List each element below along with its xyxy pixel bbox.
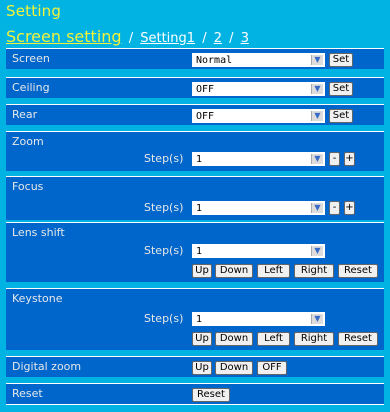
screen-label: Screen — [12, 52, 50, 65]
keystone-reset-button[interactable]: Reset — [338, 332, 378, 346]
focus-step-label: Step(s) — [144, 201, 184, 214]
nav-separator: / — [202, 31, 207, 46]
zoom-label: Zoom — [12, 135, 44, 148]
lens-shift-step-label: Step(s) — [144, 244, 184, 257]
chevron-down-icon: ▼ — [311, 111, 323, 121]
zoom-step-select[interactable]: 1 ▼ — [192, 152, 325, 166]
rear-select[interactable]: OFF ▼ — [192, 109, 325, 123]
reset-button[interactable]: Reset — [192, 388, 230, 402]
nav-separator: / — [128, 31, 134, 46]
keystone-right-button[interactable]: Right — [294, 332, 334, 346]
keystone-label: Keystone — [12, 292, 63, 305]
nav-separator: / — [229, 31, 234, 46]
lens-shift-reset-button[interactable]: Reset — [338, 264, 378, 278]
page-title: Setting — [6, 2, 62, 20]
row-digital-zoom: Digital zoom Up Down OFF — [6, 356, 384, 377]
screen-set-button[interactable]: Set — [329, 53, 353, 67]
digital-zoom-up-button[interactable]: Up — [192, 361, 212, 375]
keystone-down-button[interactable]: Down — [215, 332, 253, 346]
chevron-down-icon: ▼ — [311, 203, 323, 213]
chevron-down-icon: ▼ — [311, 55, 323, 65]
zoom-step-value: 1 — [196, 154, 203, 165]
rear-select-value: OFF — [196, 111, 215, 122]
chevron-down-icon: ▼ — [311, 154, 323, 164]
row-rear: Rear OFF ▼ Set — [6, 104, 384, 125]
zoom-plus-button[interactable]: + — [344, 152, 355, 166]
nav-link-3[interactable]: 3 — [241, 31, 249, 46]
focus-minus-button[interactable]: - — [329, 201, 340, 215]
chevron-down-icon: ▼ — [311, 84, 323, 94]
chevron-down-icon: ▼ — [311, 246, 323, 256]
rear-set-button[interactable]: Set — [329, 109, 353, 123]
chevron-down-icon: ▼ — [311, 314, 323, 324]
row-zoom: Zoom Step(s) 1 ▼ - + — [6, 131, 384, 171]
ceiling-set-button[interactable]: Set — [329, 82, 353, 96]
nav-link-2[interactable]: 2 — [214, 31, 222, 46]
focus-step-select[interactable]: 1 ▼ — [192, 201, 325, 215]
keystone-step-label: Step(s) — [144, 312, 184, 325]
row-focus: Focus Step(s) 1 ▼ - + — [6, 176, 384, 220]
digital-zoom-label: Digital zoom — [12, 360, 82, 373]
row-lens-shift: Lens shift Step(s) 1 ▼ Up Down Left Righ… — [6, 222, 384, 282]
lens-shift-down-button[interactable]: Down — [215, 264, 253, 278]
row-ceiling: Ceiling OFF ▼ Set — [6, 77, 384, 98]
focus-plus-button[interactable]: + — [344, 201, 355, 215]
screen-select-value: Normal — [196, 55, 233, 66]
nav-link-setting1[interactable]: Setting1 — [140, 31, 195, 46]
digital-zoom-down-button[interactable]: Down — [215, 361, 253, 375]
digital-zoom-off-button[interactable]: OFF — [257, 361, 287, 375]
keystone-step-value: 1 — [196, 314, 203, 325]
focus-step-value: 1 — [196, 203, 203, 214]
ceiling-label: Ceiling — [12, 81, 50, 94]
zoom-minus-button[interactable]: - — [329, 152, 340, 166]
lens-shift-step-select[interactable]: 1 ▼ — [192, 244, 325, 258]
keystone-step-select[interactable]: 1 ▼ — [192, 312, 325, 326]
lens-shift-right-button[interactable]: Right — [294, 264, 334, 278]
lens-shift-up-button[interactable]: Up — [192, 264, 212, 278]
nav-screen-setting[interactable]: Screen setting — [6, 27, 122, 46]
row-keystone: Keystone Step(s) 1 ▼ Up Down Left Right … — [6, 288, 384, 350]
row-reset: Reset Reset — [6, 383, 384, 405]
breadcrumb: Screen setting / Setting1 / 2 / 3 — [6, 27, 249, 46]
focus-label: Focus — [12, 180, 44, 193]
ceiling-select-value: OFF — [196, 84, 215, 95]
keystone-up-button[interactable]: Up — [192, 332, 212, 346]
rear-label: Rear — [12, 108, 38, 121]
reset-label: Reset — [12, 387, 43, 400]
screen-select[interactable]: Normal ▼ — [192, 53, 325, 67]
lens-shift-step-value: 1 — [196, 246, 203, 257]
row-screen: Screen Normal ▼ Set — [6, 48, 384, 69]
keystone-left-button[interactable]: Left — [257, 332, 290, 346]
lens-shift-label: Lens shift — [12, 226, 65, 239]
lens-shift-left-button[interactable]: Left — [257, 264, 290, 278]
ceiling-select[interactable]: OFF ▼ — [192, 82, 325, 96]
zoom-step-label: Step(s) — [144, 152, 184, 165]
